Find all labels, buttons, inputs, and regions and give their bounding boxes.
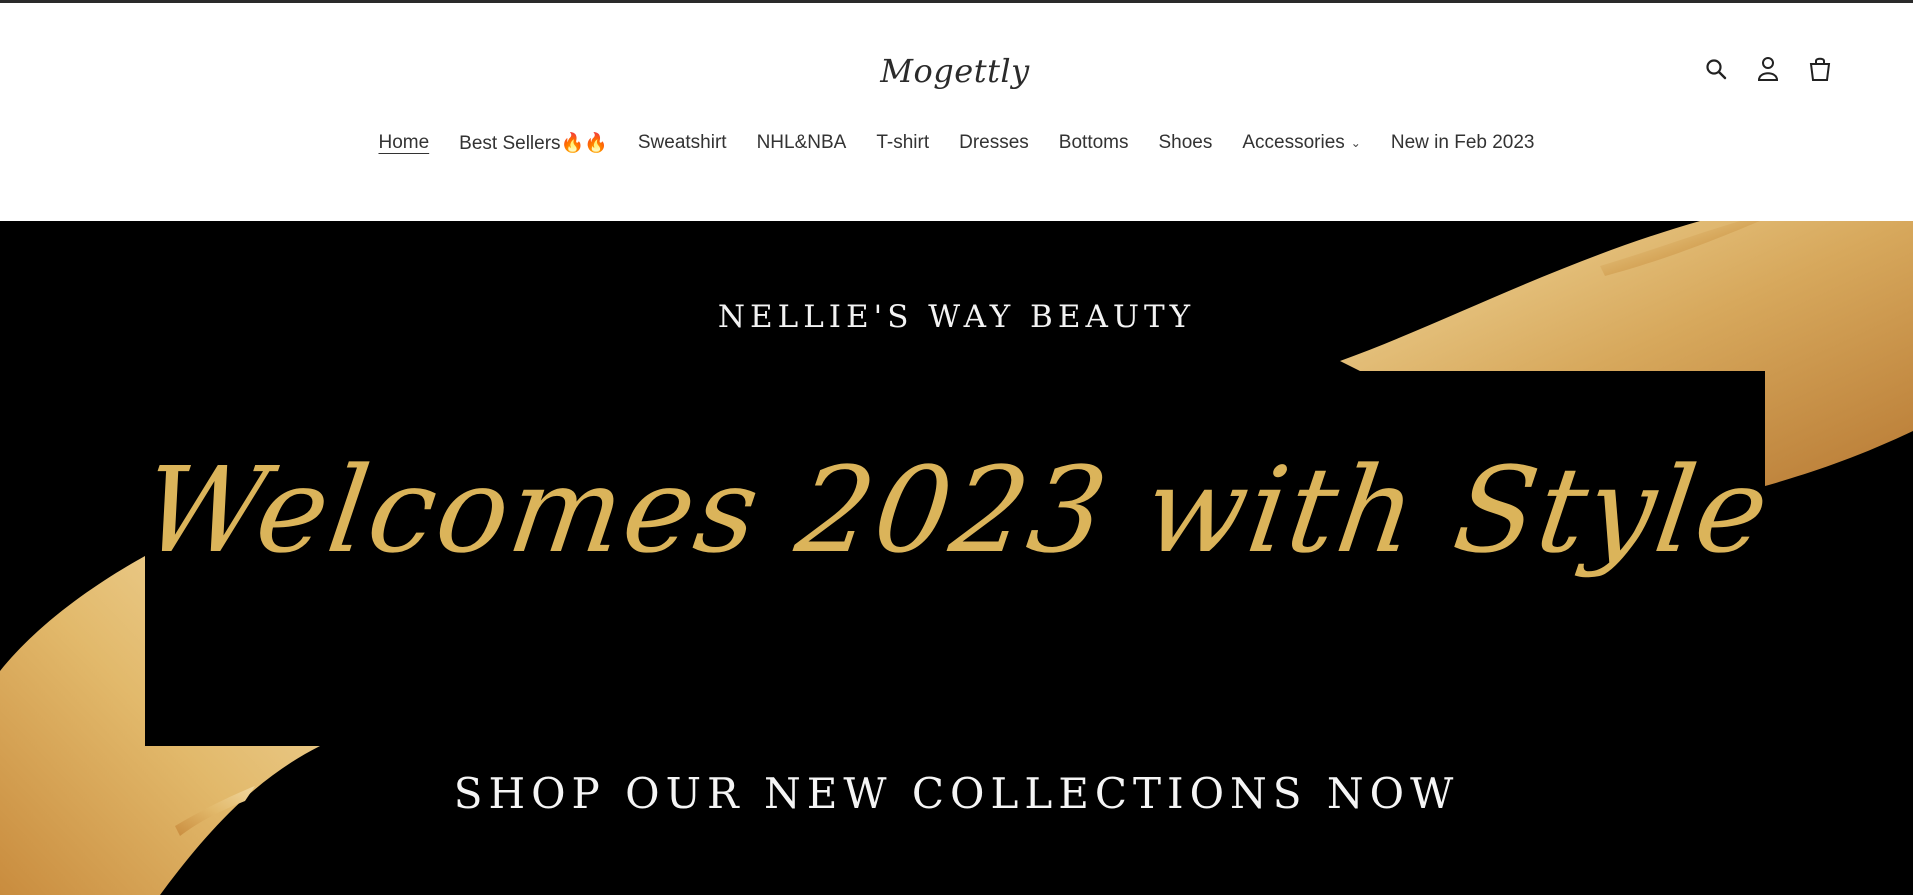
account-icon[interactable]	[1755, 55, 1781, 83]
nav-item-tshirt[interactable]: T-shirt	[876, 131, 929, 155]
nav-item-new-in-feb[interactable]: New in Feb 2023	[1391, 131, 1535, 155]
nav-item-dresses[interactable]: Dresses	[959, 131, 1029, 155]
nav-item-home[interactable]: Home	[378, 131, 429, 155]
hero-cta[interactable]: SHOP OUR NEW COLLECTIONS NOW	[0, 769, 1913, 818]
nav-item-shoes[interactable]: Shoes	[1159, 131, 1213, 155]
nav-item-accessories[interactable]: Accessories ⌄	[1242, 131, 1360, 155]
nav-item-best-sellers[interactable]: Best Sellers🔥🔥	[459, 131, 608, 155]
cart-icon[interactable]	[1807, 55, 1833, 83]
hero-title: Welcomes 2023 with Style	[134, 441, 1779, 579]
search-icon[interactable]	[1703, 55, 1729, 83]
nav-item-bottoms[interactable]: Bottoms	[1059, 131, 1129, 155]
hero-banner[interactable]: NELLIE'S WAY BEAUTY Welcomes 2023 with S…	[0, 221, 1913, 895]
hero-subtitle: NELLIE'S WAY BEAUTY	[717, 299, 1196, 335]
site-header: Mogettly Home Best Sellers🔥🔥 Sweatshirt …	[0, 3, 1913, 221]
main-nav: Home Best Sellers🔥🔥 Sweatshirt NHL&NBA T…	[0, 131, 1913, 155]
nav-item-sweatshirt[interactable]: Sweatshirt	[638, 131, 727, 155]
chevron-down-icon: ⌄	[1350, 136, 1361, 150]
brand-logo[interactable]: Mogettly	[880, 41, 1030, 101]
nav-item-nhl-nba[interactable]: NHL&NBA	[757, 131, 847, 155]
header-icons	[1703, 55, 1833, 83]
